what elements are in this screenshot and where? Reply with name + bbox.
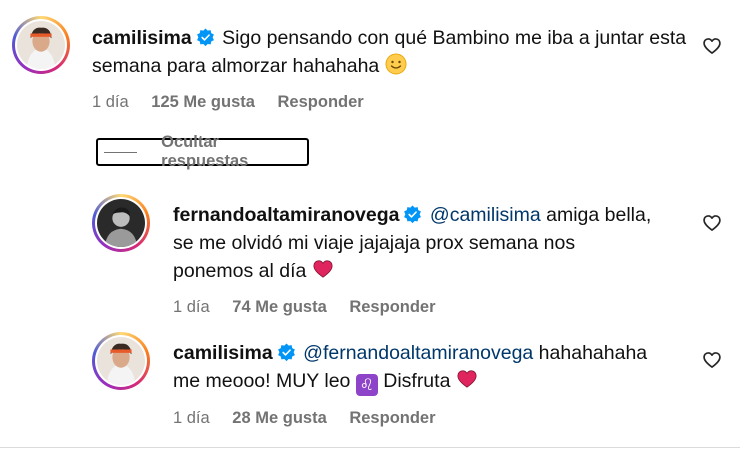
reply-meta: 1 día 74 Me gusta Responder (173, 298, 454, 317)
mention-link[interactable]: @camilisima (430, 204, 541, 226)
reply-button[interactable]: Responder (349, 298, 435, 316)
red-heart-emoji (457, 370, 477, 388)
reply-text-after-sign: Disfruta (383, 370, 451, 392)
reply-text-line2: me meooo! MUY leo (173, 370, 351, 392)
avatar-image (97, 199, 145, 247)
comment-time[interactable]: 1 día (92, 93, 129, 111)
heart-outline-icon[interactable] (702, 36, 722, 56)
avatar-image (97, 337, 145, 385)
reply-body: fernandoaltamiranovega @camilisima amiga… (173, 201, 693, 285)
verified-badge-icon (277, 343, 295, 362)
red-heart-emoji (313, 260, 333, 278)
mention-link[interactable]: @fernandoaltamiranovega (303, 342, 533, 364)
comment-likes[interactable]: 125 Me gusta (151, 93, 255, 111)
comment-body: camilisima Sigo pensando con qué Bambino… (92, 24, 702, 80)
leo-sign-emoji: ♌ (355, 374, 378, 396)
comment-meta: 1 día 125 Me gusta Responder (92, 93, 382, 112)
reply-text-line2: se me olvidó mi viaje jajajaja prox sema… (173, 232, 576, 254)
avatar-ring (15, 19, 67, 71)
hide-replies-button[interactable]: Ocultar respuestas (96, 133, 309, 170)
hide-replies-label: Ocultar respuestas (161, 133, 249, 170)
reply-button[interactable]: Responder (278, 93, 364, 111)
avatar[interactable] (92, 332, 150, 390)
verified-badge-icon (196, 28, 214, 47)
reply-body: camilisima @fernandoaltamiranovega hahah… (173, 339, 693, 396)
avatar-image (17, 21, 65, 69)
reply-likes[interactable]: 74 Me gusta (232, 298, 326, 316)
reply-username[interactable]: fernandoaltamiranovega (173, 204, 399, 226)
heart-outline-icon[interactable] (702, 213, 722, 233)
avatar-ring (95, 335, 147, 387)
reply-text-line3: ponemos al día (173, 260, 307, 282)
reply-likes[interactable]: 28 Me gusta (232, 409, 326, 427)
comment-username[interactable]: camilisima (92, 27, 192, 49)
divider-line (104, 151, 138, 153)
reply-time[interactable]: 1 día (173, 298, 210, 316)
heart-outline-icon[interactable] (702, 350, 722, 370)
avatar[interactable] (12, 16, 70, 74)
reply-text-line1: hahahahaha (533, 342, 648, 364)
reply-time[interactable]: 1 día (173, 409, 210, 427)
reply-meta: 1 día 28 Me gusta Responder (173, 409, 454, 428)
divider (0, 447, 740, 448)
avatar-ring (95, 197, 147, 249)
reply-button[interactable]: Responder (349, 409, 435, 427)
reply-username[interactable]: camilisima (173, 342, 273, 364)
verified-badge-icon (404, 205, 422, 224)
reply-text-line1: amiga bella, (540, 204, 652, 226)
smile-emoji (385, 53, 407, 75)
avatar[interactable] (92, 194, 150, 252)
